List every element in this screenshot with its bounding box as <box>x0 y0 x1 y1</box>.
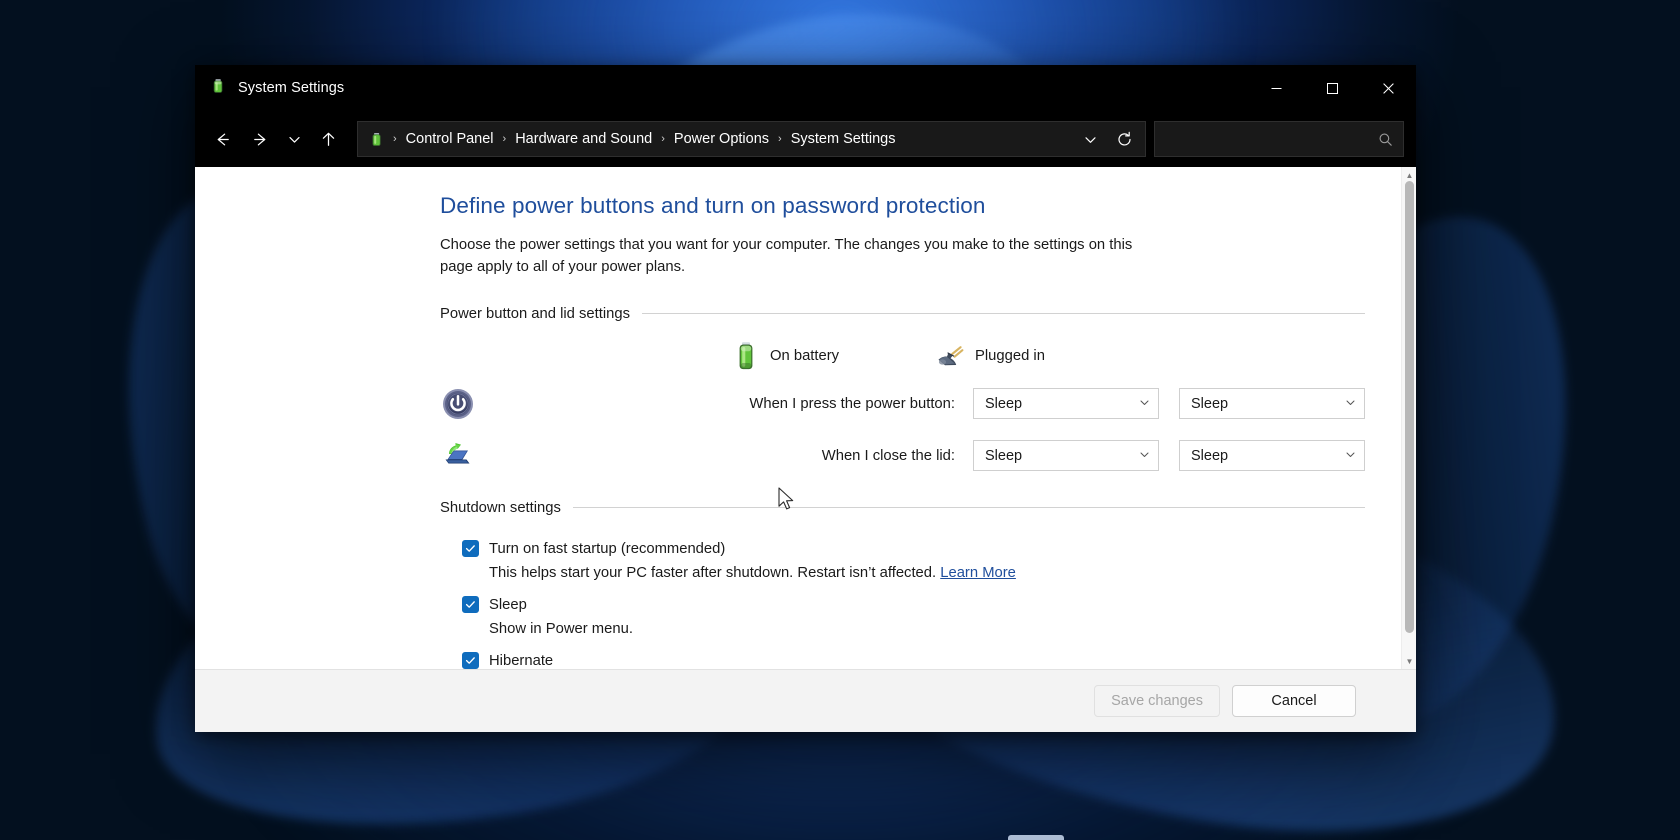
save-changes-button[interactable]: Save changes <box>1094 685 1220 717</box>
chevron-down-icon <box>1139 397 1150 411</box>
setting-label-power-button: When I press the power button: <box>476 396 973 412</box>
list-item: Hibernate Show in Power menu. <box>462 648 1365 670</box>
setting-row-power-button: When I press the power button: Sleep Sle… <box>440 378 1365 430</box>
checkbox-label-sleep[interactable]: Sleep <box>489 597 527 613</box>
breadcrumb-separator-1: › <box>501 133 509 145</box>
setting-fields-close-lid: Sleep Sleep <box>973 440 1365 471</box>
title-bar-left: System Settings <box>195 77 344 100</box>
list-item: Turn on fast startup (recommended) This … <box>462 536 1365 584</box>
power-button-plugged-in-dropdown[interactable]: Sleep <box>1179 388 1365 419</box>
taskbar-indicator <box>1008 835 1064 840</box>
checkbox-row-hibernate[interactable]: Hibernate <box>462 648 1365 670</box>
column-header-on-battery: On battery <box>732 341 935 371</box>
breadcrumb: › Control Panel › Hardware and Sound › P… <box>368 127 1073 151</box>
checkbox-row-sleep[interactable]: Sleep <box>462 592 1365 618</box>
checkbox-hibernate[interactable] <box>462 652 479 669</box>
recent-locations-button[interactable] <box>279 121 309 157</box>
checkbox-label-fast-startup[interactable]: Turn on fast startup (recommended) <box>489 541 725 557</box>
window-controls <box>1248 65 1416 111</box>
section-divider <box>573 507 1365 508</box>
address-bar[interactable]: › Control Panel › Hardware and Sound › P… <box>357 121 1146 157</box>
up-button[interactable] <box>309 121 347 157</box>
shutdown-section-header: Shutdown settings <box>440 500 1365 516</box>
scroll-down-arrow[interactable]: ▼ <box>1402 654 1416 668</box>
chevron-down-icon <box>1345 449 1356 463</box>
page-title: Define power buttons and turn on passwor… <box>440 193 1365 219</box>
battery-icon <box>732 341 760 371</box>
settings-scroll-region: Define power buttons and turn on passwor… <box>195 167 1401 669</box>
search-box[interactable] <box>1154 121 1404 157</box>
chevron-down-icon <box>1345 397 1356 411</box>
settings-inner: Define power buttons and turn on passwor… <box>195 193 1401 669</box>
chevron-down-icon <box>1139 449 1150 463</box>
vertical-scrollbar[interactable]: ▲ ▼ <box>1401 167 1416 669</box>
breadcrumb-item-power-options[interactable]: Power Options <box>667 127 776 151</box>
setting-row-close-lid: When I close the lid: Sleep Sleep <box>440 430 1365 482</box>
forward-button[interactable] <box>241 121 279 157</box>
breadcrumb-item-control-panel[interactable]: Control Panel <box>399 127 501 151</box>
power-plug-icon <box>935 344 965 368</box>
search-icon[interactable] <box>1378 132 1393 147</box>
close-button[interactable] <box>1360 65 1416 111</box>
battery-icon <box>209 77 227 100</box>
setting-label-close-lid: When I close the lid: <box>476 448 973 464</box>
power-button-plugged-in-value: Sleep <box>1191 396 1345 412</box>
column-label-on-battery: On battery <box>770 348 839 364</box>
power-button-on-battery-value: Sleep <box>985 396 1139 412</box>
power-lid-section-title: Power button and lid settings <box>440 306 630 322</box>
breadcrumb-item-hardware-and-sound[interactable]: Hardware and Sound <box>508 127 659 151</box>
power-button-icon <box>440 388 476 420</box>
dialog-footer: Save changes Cancel <box>195 669 1416 732</box>
checkbox-row-fast-startup[interactable]: Turn on fast startup (recommended) <box>462 536 1365 562</box>
refresh-icon[interactable] <box>1107 124 1141 154</box>
shutdown-section-title: Shutdown settings <box>440 500 561 516</box>
close-lid-on-battery-dropdown[interactable]: Sleep <box>973 440 1159 471</box>
breadcrumb-separator-3: › <box>776 133 784 145</box>
column-headers: On battery <box>440 334 1365 378</box>
battery-icon <box>368 131 391 148</box>
checkbox-label-hibernate[interactable]: Hibernate <box>489 653 553 669</box>
page-description: Choose the power settings that you want … <box>440 235 1140 279</box>
shutdown-options-list: Turn on fast startup (recommended) This … <box>440 528 1365 670</box>
title-bar: System Settings <box>195 65 1416 111</box>
scroll-up-arrow[interactable]: ▲ <box>1402 168 1416 182</box>
window-title: System Settings <box>238 80 344 96</box>
back-button[interactable] <box>203 121 241 157</box>
maximize-button[interactable] <box>1304 65 1360 111</box>
power-lid-section-header: Power button and lid settings <box>440 306 1365 322</box>
learn-more-link[interactable]: Learn More <box>940 565 1016 581</box>
checkbox-fast-startup[interactable] <box>462 540 479 557</box>
column-header-plugged-in: Plugged in <box>935 344 1045 368</box>
minimize-button[interactable] <box>1248 65 1304 111</box>
breadcrumb-separator-2: › <box>659 133 667 145</box>
cancel-button[interactable]: Cancel <box>1232 685 1356 717</box>
list-item: Sleep Show in Power menu. <box>462 592 1365 640</box>
fast-startup-description-text: This helps start your PC faster after sh… <box>489 565 940 581</box>
checkbox-description-fast-startup: This helps start your PC faster after sh… <box>462 562 1365 584</box>
content-area: Define power buttons and turn on passwor… <box>195 167 1416 669</box>
breadcrumb-item-system-settings[interactable]: System Settings <box>784 127 903 151</box>
checkbox-sleep[interactable] <box>462 596 479 613</box>
laptop-lid-icon <box>440 441 476 471</box>
close-lid-on-battery-value: Sleep <box>985 448 1139 464</box>
setting-fields-power-button: Sleep Sleep <box>973 388 1365 419</box>
scrollbar-thumb[interactable] <box>1405 181 1414 633</box>
chevron-down-icon[interactable] <box>1073 124 1107 154</box>
search-input[interactable] <box>1165 132 1378 147</box>
close-lid-plugged-in-dropdown[interactable]: Sleep <box>1179 440 1365 471</box>
column-label-plugged-in: Plugged in <box>975 348 1045 364</box>
section-divider <box>642 313 1365 314</box>
navigation-bar: › Control Panel › Hardware and Sound › P… <box>195 111 1416 167</box>
breadcrumb-separator-0: › <box>391 133 399 145</box>
power-button-on-battery-dropdown[interactable]: Sleep <box>973 388 1159 419</box>
checkbox-description-sleep: Show in Power menu. <box>462 618 1365 640</box>
close-lid-plugged-in-value: Sleep <box>1191 448 1345 464</box>
system-settings-window: System Settings <box>195 65 1416 732</box>
